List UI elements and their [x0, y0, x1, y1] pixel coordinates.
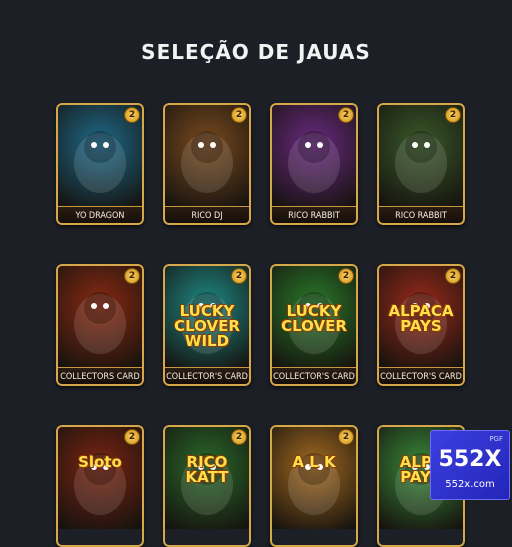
level-badge: 2 [124, 429, 140, 445]
game-card[interactable]: 2 RICO RABBIT [270, 103, 358, 225]
game-card[interactable]: 2 COLLECTORS CARD [56, 264, 144, 386]
level-badge: 2 [338, 429, 354, 445]
promo-site: 552x.com [445, 479, 495, 490]
level-badge: 2 [338, 268, 354, 284]
game-card-label: RICO DJ [163, 206, 251, 225]
game-logo: A L K [292, 453, 336, 471]
promo-tag: PGF [489, 435, 503, 443]
game-card-label: COLLECTOR'S CARD [163, 367, 251, 386]
game-logo: LUCKY CLOVER WILD [174, 302, 240, 350]
game-card-label: COLLECTORS CARD [56, 367, 144, 386]
level-badge: 2 [445, 107, 461, 123]
game-card[interactable]: Sloto 2 [56, 425, 144, 547]
game-card[interactable]: RICO KATT 2 [163, 425, 251, 547]
level-badge: 2 [231, 268, 247, 284]
level-badge: 2 [231, 107, 247, 123]
level-badge: 2 [445, 268, 461, 284]
game-card[interactable]: 2 YO DRAGON [56, 103, 144, 225]
level-badge: 2 [124, 268, 140, 284]
promo-brand: 552X [438, 447, 502, 472]
game-card-label: YO DRAGON [56, 206, 144, 225]
game-card[interactable]: LUCKY CLOVER 2 COLLECTOR'S CARD [270, 264, 358, 386]
game-logo: ALPACA PAYS [388, 302, 454, 335]
level-badge: 2 [231, 429, 247, 445]
game-logo: RICO KATT [185, 453, 229, 486]
game-logo: LUCKY CLOVER [281, 302, 347, 335]
level-badge: 2 [124, 107, 140, 123]
game-card-label: COLLECTOR'S CARD [377, 367, 465, 386]
game-card[interactable]: ALPACA PAYS 2 COLLECTOR'S CARD [377, 264, 465, 386]
game-card-label: RICO RABBIT [270, 206, 358, 225]
level-badge: 2 [338, 107, 354, 123]
promo-badge[interactable]: PGF 552X 552x.com [430, 430, 510, 500]
game-card[interactable]: 2 RICO DJ [163, 103, 251, 225]
game-logo: Sloto [78, 453, 122, 471]
game-card[interactable]: LUCKY CLOVER WILD 2 COLLECTOR'S CARD [163, 264, 251, 386]
game-card[interactable]: A L K2 [270, 425, 358, 547]
game-card-label: RICO RABBIT [377, 206, 465, 225]
game-card[interactable]: 2 RICO RABBIT [377, 103, 465, 225]
game-card-label: COLLECTOR'S CARD [270, 367, 358, 386]
